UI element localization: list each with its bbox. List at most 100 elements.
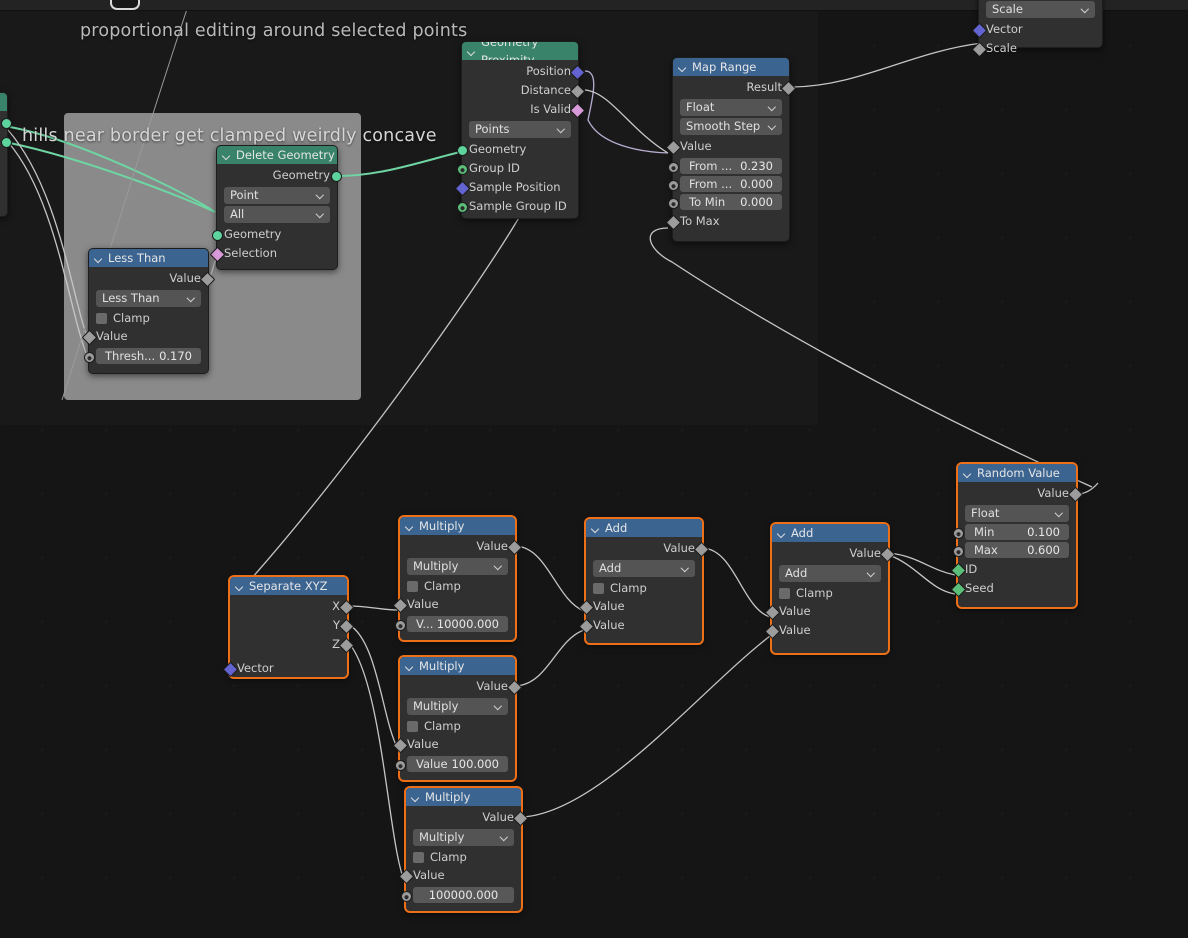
float-socket[interactable] xyxy=(392,757,409,774)
integer-socket[interactable] xyxy=(950,581,967,598)
float-socket[interactable] xyxy=(578,618,595,635)
node-header[interactable]: Less Than xyxy=(89,249,208,267)
output-geometry-row[interactable]: Geometry xyxy=(217,166,342,185)
node-less-than[interactable]: Less Than Value Less Than Clamp Value Th… xyxy=(81,248,216,374)
input-selection-row[interactable]: Selection xyxy=(209,244,337,263)
node-separate-xyz[interactable]: Separate XYZ X Y Z Vector xyxy=(222,576,355,678)
float-socket[interactable] xyxy=(512,810,529,827)
node-delete-geometry[interactable]: Delete Geometry Geometry Point All Geome… xyxy=(209,145,342,270)
output-value-row[interactable]: Value xyxy=(400,537,523,556)
output-value-row[interactable]: Value xyxy=(586,539,710,558)
input-to-max-row[interactable]: To Max xyxy=(665,212,789,231)
vector-socket[interactable] xyxy=(222,661,239,678)
node-vector-math-partial[interactable]: Scale Vector Scale xyxy=(971,0,1103,58)
clamp-row[interactable]: Clamp xyxy=(89,309,208,327)
max-row[interactable]: Max 0.600 xyxy=(950,542,1076,560)
input-value-row[interactable]: Value xyxy=(81,327,208,346)
node-partial-left[interactable] xyxy=(0,92,12,217)
operation-row[interactable]: Multiply xyxy=(400,558,515,575)
value-field[interactable]: 100000.000 xyxy=(413,887,514,903)
value-field[interactable]: V... 10000.000 xyxy=(407,616,508,632)
clamp-checkbox[interactable] xyxy=(407,580,418,592)
operation-dropdown[interactable]: Less Than xyxy=(96,290,201,307)
from-max-field[interactable]: From ... 0.000 xyxy=(680,176,782,192)
clamp-checkbox[interactable] xyxy=(413,851,424,863)
socket-row[interactable] xyxy=(0,113,12,132)
chevron-down-icon[interactable] xyxy=(94,254,103,263)
float-socket[interactable] xyxy=(338,599,355,616)
float-socket[interactable] xyxy=(879,546,896,563)
output-z-row[interactable]: Z xyxy=(230,635,355,654)
chevron-down-icon[interactable] xyxy=(235,582,244,591)
float-socket[interactable] xyxy=(338,637,355,654)
clamp-checkbox[interactable] xyxy=(779,587,790,599)
node-multiply-2[interactable]: Multiply Value Multiply Clamp Value Valu… xyxy=(392,656,523,781)
node-header[interactable] xyxy=(0,93,7,111)
input-value-row[interactable]: Value xyxy=(392,595,515,614)
clamp-row[interactable]: Clamp xyxy=(586,579,702,597)
node-header[interactable]: Add xyxy=(586,519,702,537)
geometry-socket[interactable] xyxy=(331,171,342,182)
float-socket[interactable] xyxy=(950,525,967,542)
clamp-checkbox[interactable] xyxy=(96,312,107,324)
output-value-row[interactable]: Value xyxy=(89,269,216,288)
integer-socket[interactable] xyxy=(950,562,967,579)
output-x-row[interactable]: X xyxy=(230,597,355,616)
chevron-down-icon[interactable] xyxy=(777,529,786,538)
float-socket[interactable] xyxy=(578,599,595,616)
output-value-row[interactable]: Value xyxy=(772,544,896,563)
interpolation-row[interactable]: Smooth Step xyxy=(673,118,789,135)
node-add-1[interactable]: Add Value Add Clamp Value Value xyxy=(578,518,710,644)
input-scale-row[interactable]: Scale xyxy=(971,39,1102,58)
input-group-id-row[interactable]: Group ID xyxy=(454,159,578,178)
min-row[interactable]: Min 0.100 xyxy=(950,524,1076,542)
node-multiply-1[interactable]: Multiply Value Multiply Clamp Value V...… xyxy=(392,516,523,641)
input-geometry-row[interactable]: Geometry xyxy=(457,140,578,159)
float-socket[interactable] xyxy=(392,597,409,614)
chevron-down-icon[interactable] xyxy=(591,524,600,533)
input-value-row-2[interactable]: Value xyxy=(578,616,702,635)
from-max-row[interactable]: From ... 0.000 xyxy=(665,176,789,194)
input-geometry-row[interactable]: Geometry xyxy=(212,225,337,244)
node-header[interactable]: Multiply xyxy=(406,788,521,806)
chevron-down-icon[interactable] xyxy=(411,793,420,802)
output-distance-row[interactable]: Distance xyxy=(462,81,586,100)
value-field[interactable]: Value 100.000 xyxy=(407,756,508,772)
mode-row[interactable]: All xyxy=(217,206,337,223)
node-header[interactable]: Multiply xyxy=(400,657,515,675)
node-geometry-proximity[interactable]: Geometry Proximity Position Distance Is … xyxy=(454,41,586,219)
float-socket[interactable] xyxy=(398,888,415,905)
output-result-row[interactable]: Result xyxy=(673,78,797,97)
float-socket[interactable] xyxy=(1067,486,1084,503)
chevron-down-icon[interactable] xyxy=(405,662,414,671)
input-value-row-1[interactable]: Value xyxy=(764,602,888,621)
output-position-row[interactable]: Position xyxy=(462,62,586,81)
node-header[interactable]: Geometry Proximity xyxy=(462,42,578,60)
node-add-2[interactable]: Add Value Add Clamp Value Value xyxy=(764,523,896,654)
clamp-checkbox[interactable] xyxy=(593,582,604,594)
value-field-row[interactable]: 100000.000 xyxy=(398,887,521,905)
input-value-row[interactable]: Value xyxy=(665,137,789,156)
value-field-row[interactable]: V... 10000.000 xyxy=(392,616,515,634)
input-sample-position-row[interactable]: Sample Position xyxy=(454,178,578,197)
input-seed-row[interactable]: Seed xyxy=(950,579,1076,598)
min-field[interactable]: Min 0.100 xyxy=(965,524,1069,540)
operation-row[interactable]: Multiply xyxy=(406,829,521,846)
input-sample-group-id-row[interactable]: Sample Group ID xyxy=(454,197,578,216)
node-header[interactable]: Add xyxy=(772,524,888,542)
float-socket[interactable] xyxy=(392,737,409,754)
operation-row[interactable]: Add xyxy=(586,560,702,577)
node-header[interactable]: Random Value xyxy=(958,464,1076,482)
node-multiply-3[interactable]: Multiply Value Multiply Clamp Value 1000… xyxy=(398,787,529,912)
geometry-socket[interactable] xyxy=(1,118,12,129)
input-value-row-1[interactable]: Value xyxy=(578,597,702,616)
float-socket[interactable] xyxy=(764,604,781,621)
float-socket[interactable] xyxy=(971,41,988,58)
float-socket[interactable] xyxy=(392,617,409,634)
data-type-dropdown[interactable]: Float xyxy=(965,505,1069,522)
input-value-row-2[interactable]: Value xyxy=(764,621,888,640)
operation-row[interactable]: Multiply xyxy=(400,698,515,715)
domain-row[interactable]: Point xyxy=(217,187,337,204)
clamp-row[interactable]: Clamp xyxy=(400,577,515,595)
to-min-row[interactable]: To Min 0.000 xyxy=(665,194,789,212)
